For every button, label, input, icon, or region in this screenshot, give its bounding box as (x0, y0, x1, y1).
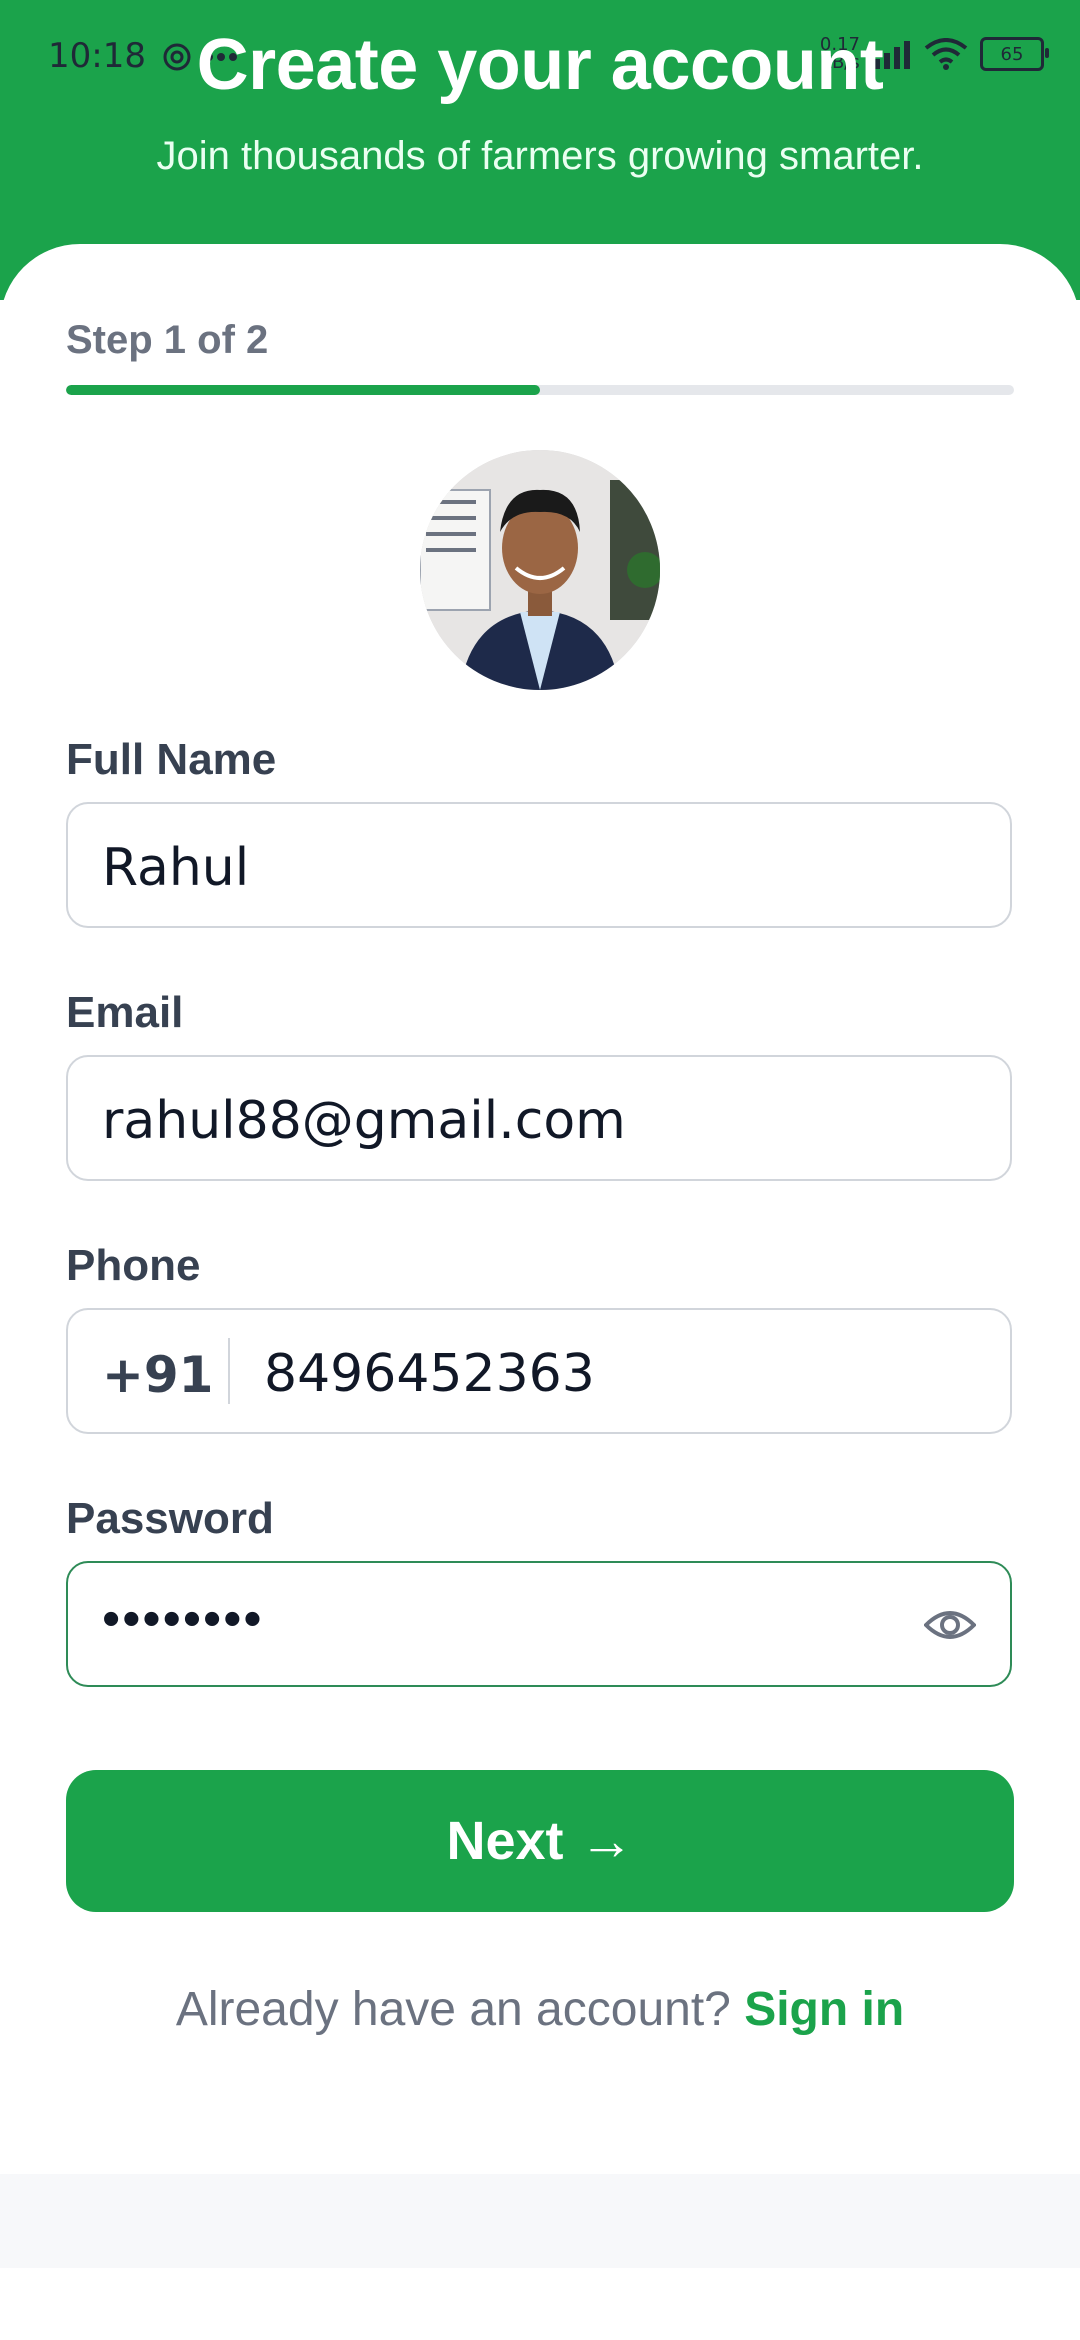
full-name-field[interactable]: Rahul (66, 802, 1012, 928)
full-name-value: Rahul (102, 838, 250, 898)
step-indicator: Step 1 of 2 (66, 318, 269, 362)
next-button[interactable]: Next → (66, 1770, 1014, 1912)
email-field[interactable]: rahul88@gmail.com (66, 1055, 1012, 1181)
phone-field[interactable]: +91 8496452363 (66, 1308, 1012, 1434)
page-title: Create your account (196, 25, 884, 105)
avatar-portrait-image (420, 450, 660, 690)
full-name-label: Full Name (66, 735, 277, 784)
password-label: Password (66, 1494, 274, 1543)
page-subtitle: Join thousands of farmers growing smarte… (156, 134, 924, 178)
step-progress-fill (66, 385, 540, 395)
arrow-right-icon: → (579, 1811, 634, 1871)
email-value: rahul88@gmail.com (102, 1091, 626, 1151)
signin-link[interactable]: Sign in (744, 1983, 904, 2036)
signin-prompt: Already have an account? Sign in (0, 1982, 1080, 2037)
email-label: Email (66, 988, 184, 1037)
prefix-divider (228, 1338, 230, 1404)
password-field[interactable]: •••••••• (66, 1561, 1012, 1687)
country-code-prefix[interactable]: +91 (102, 1346, 213, 1404)
password-value: •••••••• (102, 1590, 264, 1648)
step-progress-bar (66, 385, 1014, 395)
phone-label: Phone (66, 1241, 201, 1290)
signin-prompt-text: Already have an account? (175, 1983, 731, 2036)
bottom-strip (0, 2174, 1080, 2268)
eye-icon[interactable] (924, 1605, 976, 1645)
profile-avatar[interactable] (420, 450, 660, 690)
phone-value: 8496452363 (264, 1344, 595, 1404)
next-button-label: Next (446, 1811, 564, 1871)
